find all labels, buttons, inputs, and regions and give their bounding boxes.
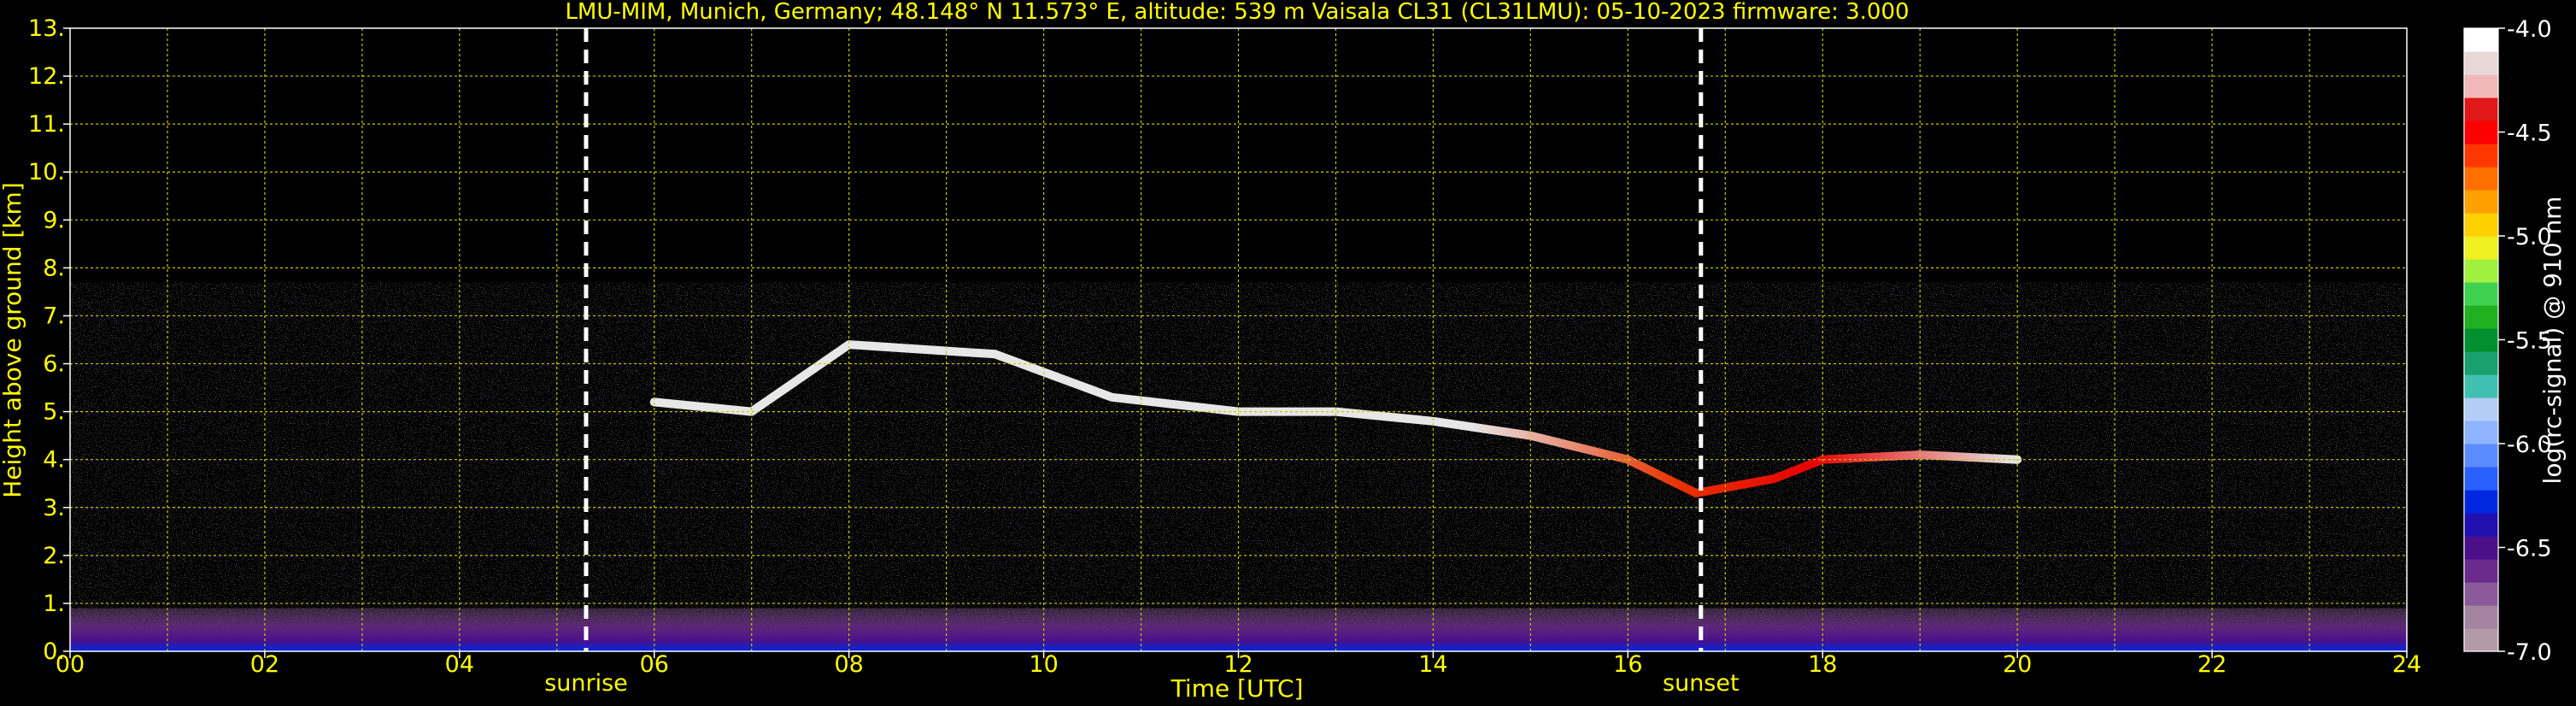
y-tick-label: 6. — [43, 351, 65, 378]
colorbar-swatch — [2464, 28, 2498, 52]
colorbar-swatch — [2464, 328, 2498, 352]
x-tick-label: 08 — [834, 651, 863, 678]
y-tick-label: 5. — [43, 399, 65, 426]
colorbar-swatch — [2464, 444, 2498, 468]
colorbar-swatch — [2464, 374, 2498, 398]
y-tick-label: 3. — [43, 495, 65, 521]
event-labels: sunrise sunset — [544, 670, 1739, 697]
y-tick-label: 7. — [43, 303, 65, 329]
colorbar-tick-label: -4.5 — [2507, 121, 2552, 147]
colorbar-swatch — [2464, 121, 2498, 144]
colorbar-swatch — [2464, 351, 2498, 375]
colorbar-swatch — [2464, 259, 2498, 283]
y-tick-label: 9. — [43, 207, 65, 233]
x-tick-label: 04 — [445, 651, 474, 678]
x-tick-label: 24 — [2392, 651, 2421, 678]
chart-title: LMU-MIM, Munich, Germany; 48.148° N 11.5… — [565, 0, 1909, 25]
y-tick-label: 11. — [28, 111, 65, 138]
y-tick-labels: 0. 1. 2. 3. 4. 5. 6. 7. 8. 9. 10. 11. 12. 13. — [28, 15, 70, 665]
colorbar-swatch — [2464, 236, 2498, 260]
x-tick-label: 20 — [2003, 651, 2032, 678]
y-tick-label: 10. — [28, 159, 65, 185]
sunrise-label: sunrise — [544, 670, 628, 697]
x-tick-labels: 00 02 04 06 08 10 12 14 16 18 20 22 24 — [56, 651, 2421, 678]
colorbar-swatch — [2464, 97, 2498, 121]
y-tick-label: 12. — [28, 63, 65, 90]
x-tick-label: 06 — [640, 651, 669, 678]
y-tick-label: 4. — [43, 447, 65, 474]
colorbar-swatch — [2464, 513, 2498, 537]
colorbar-swatch — [2464, 605, 2498, 629]
sunset-label: sunset — [1663, 670, 1740, 697]
x-tick-label: 10 — [1029, 651, 1058, 678]
x-tick-label: 12 — [1223, 651, 1253, 678]
colorbar-swatch — [2464, 51, 2498, 75]
y-axis-label: Height above ground [km] — [0, 182, 26, 498]
colorbar-swatch — [2464, 490, 2498, 514]
colorbar-swatch — [2464, 628, 2498, 652]
x-tick-label: 02 — [250, 651, 279, 678]
colorbar-label: log(rc-signal) @ 910 nm — [2538, 197, 2567, 485]
colorbar-swatch — [2464, 582, 2498, 606]
colorbar-swatch — [2464, 282, 2498, 306]
x-tick-label: 16 — [1613, 651, 1642, 678]
y-tick-label: 2. — [43, 543, 65, 569]
colorbar-swatch — [2464, 144, 2498, 168]
colorbar-swatch — [2464, 74, 2498, 98]
colorbar-swatch — [2464, 421, 2498, 444]
x-tick-label: 18 — [1808, 651, 1837, 678]
colorbar-swatch — [2464, 305, 2498, 329]
colorbar-swatch — [2464, 467, 2498, 491]
colorbar-swatch — [2464, 190, 2498, 214]
colorbar-swatch — [2464, 397, 2498, 421]
y-tick-label: 8. — [43, 255, 65, 281]
colorbar-swatch — [2464, 559, 2498, 583]
x-tick-label: 14 — [1418, 651, 1447, 678]
colorbar-swatch — [2464, 213, 2498, 237]
colorbar-tick-label: -7.0 — [2507, 639, 2552, 666]
colorbar-swatch — [2464, 167, 2498, 191]
y-tick-label: 13. — [28, 15, 65, 42]
x-tick-label: 22 — [2198, 651, 2227, 678]
colorbar-tick-label: -6.5 — [2507, 536, 2552, 562]
ceilometer-chart: LMU-MIM, Munich, Germany; 48.148° N 11.5… — [0, 0, 2567, 703]
x-axis-label: Time [UTC] — [1171, 674, 1304, 703]
colorbar-swatch — [2464, 536, 2498, 560]
y-tick-label: 1. — [43, 591, 65, 617]
y-tick-label: 0. — [43, 638, 65, 665]
colorbar-tick-label: -4.0 — [2507, 16, 2552, 43]
